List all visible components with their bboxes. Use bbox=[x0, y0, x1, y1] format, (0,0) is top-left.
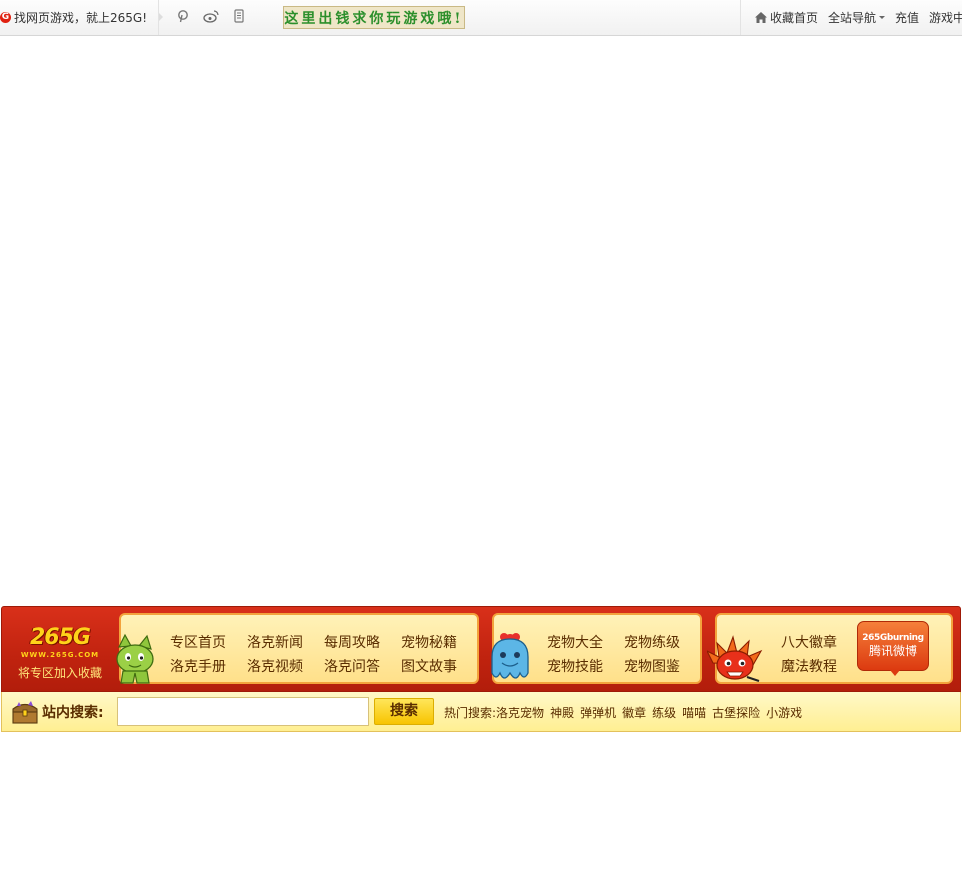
top-bar-links: 收藏首页 全站导航 充值 游戏中 bbox=[740, 0, 962, 35]
nav-panel-main: 专区首页 洛克新闻 每周攻略 宠物秘籍 洛克手册 洛克视频 洛克问答 图文故事 bbox=[116, 613, 479, 684]
top-bar: G 找网页游戏，就上265G! 这里出钱求你玩游戏哦! 收藏首页 全站导航 充值… bbox=[0, 0, 962, 36]
hot-search-label: 热门搜索: bbox=[444, 706, 497, 720]
nav-link-zone-home[interactable]: 专区首页 bbox=[170, 635, 226, 651]
nav-link-picture-story[interactable]: 图文故事 bbox=[401, 659, 457, 675]
hot-search-item[interactable]: 弹弹机 bbox=[580, 704, 616, 721]
nav-link-roco-video[interactable]: 洛克视频 bbox=[247, 659, 303, 675]
social-icons bbox=[175, 9, 247, 25]
game-center-link[interactable]: 游戏中 bbox=[929, 9, 962, 26]
hot-searches: 热门搜索: 洛克宠物 神殿 弹弹机 徽章 练级 喵喵 古堡探险 小游戏 bbox=[444, 704, 808, 721]
divider-arrow bbox=[159, 13, 163, 21]
home-icon bbox=[755, 12, 767, 23]
nav-panel-badges: 八大徽章 魔法教程 265Gburning 腾讯微博 bbox=[707, 613, 953, 684]
hot-search-item[interactable]: 练级 bbox=[652, 704, 676, 721]
weibo-account: 265Gburning bbox=[862, 633, 924, 643]
chevron-down-icon bbox=[879, 16, 886, 19]
zone-logo-url: WWW.265G.COM bbox=[20, 651, 100, 659]
nav-link-pet-skills[interactable]: 宠物技能 bbox=[547, 659, 603, 675]
zone-logo-text: 265G bbox=[30, 625, 91, 650]
nav-link-magic-tutorial[interactable]: 魔法教程 bbox=[781, 659, 837, 675]
ad-banner[interactable]: 这里出钱求你玩游戏哦! bbox=[283, 6, 465, 29]
weibo-icon[interactable] bbox=[203, 9, 219, 25]
nav-link-pet-leveling[interactable]: 宠物练级 bbox=[624, 635, 680, 651]
search-button[interactable]: 搜索 bbox=[374, 698, 434, 725]
site-search-bar: 站内搜索: 搜索 热门搜索: 洛克宠物 神殿 弹弹机 徽章 练级 喵喵 古堡探险… bbox=[1, 692, 961, 732]
mobile-icon[interactable] bbox=[231, 9, 247, 25]
tencent-weibo-button[interactable]: 265Gburning 腾讯微博 bbox=[857, 621, 929, 676]
nav-link-roco-manual[interactable]: 洛克手册 bbox=[170, 659, 226, 675]
favorite-home-link[interactable]: 收藏首页 bbox=[755, 9, 818, 26]
search-label: 站内搜索: bbox=[42, 705, 104, 721]
zone-navigation: 265G WWW.265G.COM 将专区加入收藏 专区首页 洛克新闻 每周攻略… bbox=[1, 606, 961, 692]
weibo-label: 腾讯微博 bbox=[868, 644, 917, 658]
treasure-chest-icon bbox=[12, 701, 38, 724]
recharge-link[interactable]: 充值 bbox=[895, 9, 919, 26]
hot-search-item[interactable]: 神殿 bbox=[550, 704, 574, 721]
top-bar-left: G 找网页游戏，就上265G! bbox=[0, 0, 147, 35]
site-nav-label: 全站导航 bbox=[828, 11, 877, 25]
nav-link-roco-qa[interactable]: 洛克问答 bbox=[324, 659, 380, 675]
zone-logo[interactable]: 265G WWW.265G.COM 将专区加入收藏 bbox=[10, 625, 110, 681]
speech-bubble-tail bbox=[890, 670, 900, 676]
hot-search-item[interactable]: 徽章 bbox=[622, 704, 646, 721]
265g-logo-icon[interactable]: G bbox=[0, 12, 11, 23]
nav-link-weekly-guide[interactable]: 每周攻略 bbox=[324, 635, 380, 651]
nav-link-eight-badges[interactable]: 八大徽章 bbox=[781, 635, 837, 651]
favorite-home-label: 收藏首页 bbox=[770, 11, 819, 25]
pinterest-icon[interactable] bbox=[175, 9, 191, 25]
hot-search-item[interactable]: 洛克宠物 bbox=[496, 704, 544, 721]
add-zone-favorite-link[interactable]: 将专区加入收藏 bbox=[10, 664, 110, 681]
nav-link-pet-secrets[interactable]: 宠物秘籍 bbox=[401, 635, 457, 651]
hot-search-item[interactable]: 小游戏 bbox=[766, 704, 802, 721]
green-cat-mascot-icon bbox=[116, 633, 154, 684]
nav-panel-pets: 宠物大全 宠物练级 宠物技能 宠物图鉴 bbox=[491, 613, 702, 684]
nav-link-roco-news[interactable]: 洛克新闻 bbox=[247, 635, 303, 651]
search-input[interactable] bbox=[117, 697, 369, 726]
red-fire-mascot-icon bbox=[707, 635, 763, 682]
nav-link-pet-atlas[interactable]: 宠物图鉴 bbox=[624, 659, 680, 675]
nav-link-pet-encyclopedia[interactable]: 宠物大全 bbox=[547, 635, 603, 651]
hot-search-item[interactable]: 喵喵 bbox=[682, 704, 706, 721]
blue-jellyfish-mascot-icon bbox=[491, 633, 529, 679]
site-nav-dropdown[interactable]: 全站导航 bbox=[828, 9, 886, 26]
site-slogan[interactable]: 找网页游戏，就上265G! bbox=[14, 9, 147, 26]
hot-search-item[interactable]: 古堡探险 bbox=[712, 704, 760, 721]
